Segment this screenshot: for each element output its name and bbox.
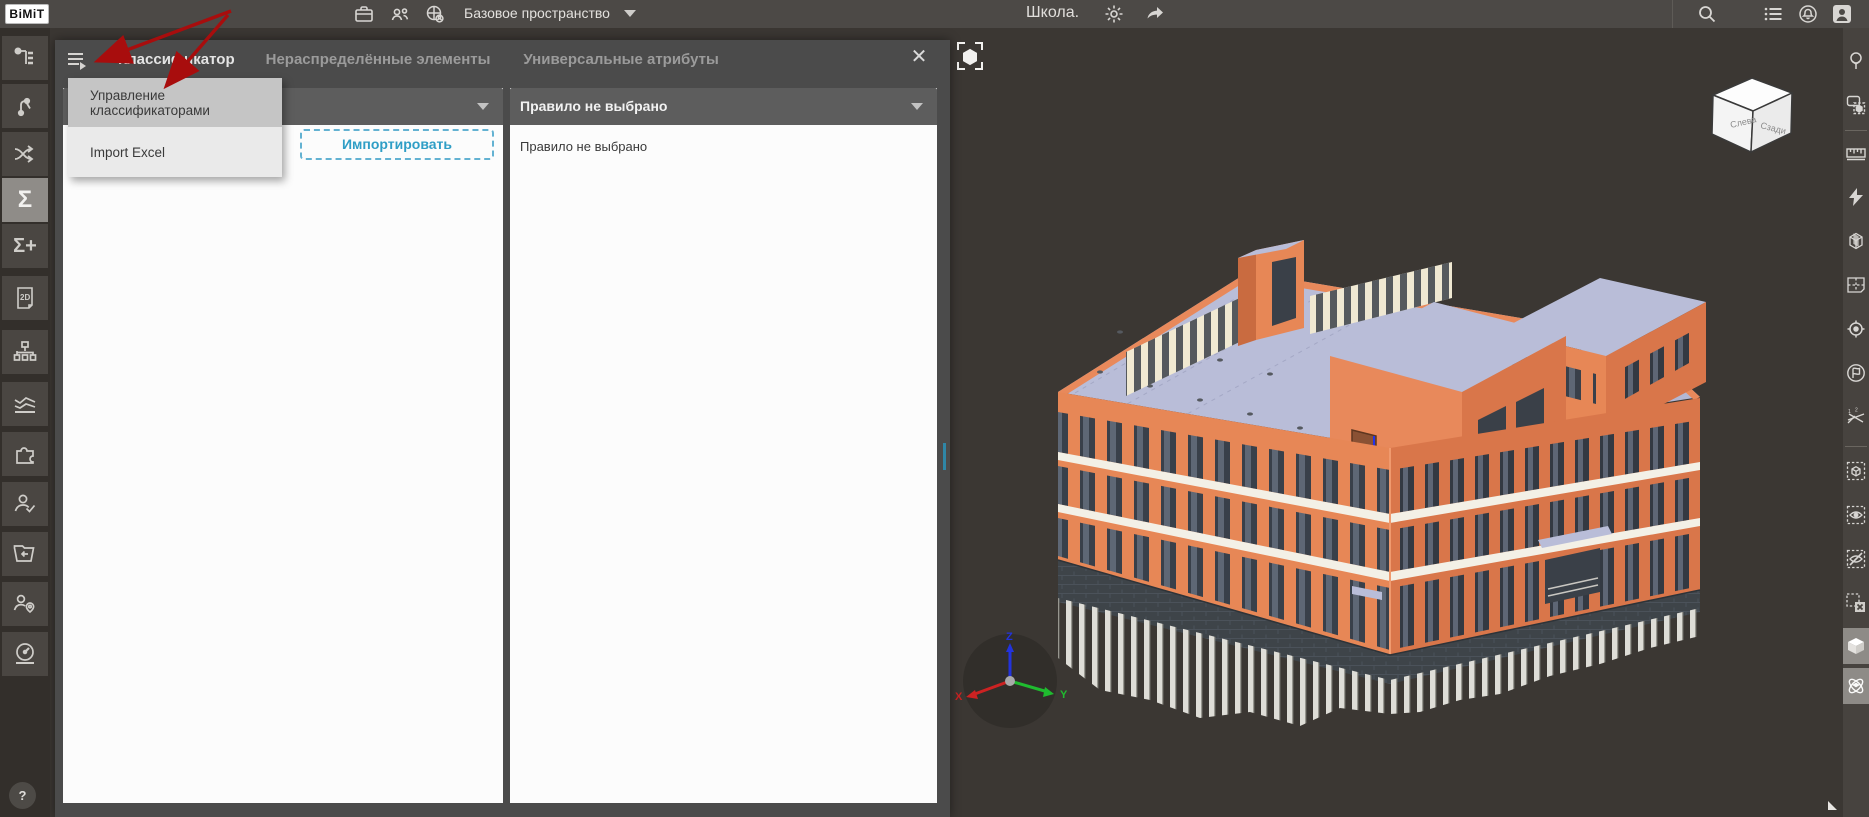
panel-dropdown-menu: Управление классификаторами Import Excel bbox=[68, 78, 282, 177]
svg-text:2D: 2D bbox=[20, 293, 30, 302]
flash-icon[interactable] bbox=[1846, 182, 1866, 212]
menu-item-manage-classifiers[interactable]: Управление классификаторами bbox=[68, 78, 282, 127]
gizmo-x-label: X bbox=[955, 691, 963, 703]
gear-icon[interactable] bbox=[1104, 4, 1124, 24]
briefcase-icon[interactable] bbox=[354, 4, 374, 24]
classifier-column: Импортировать bbox=[63, 88, 503, 803]
menu-item-import-excel[interactable]: Import Excel bbox=[68, 127, 282, 177]
svg-text:2: 2 bbox=[1855, 408, 1858, 414]
select-region-toolbar-icon[interactable] bbox=[1846, 90, 1866, 120]
top-bar: BiMiT Базовое пространство Школа. bbox=[0, 0, 1869, 28]
app-logo: BiMiT bbox=[5, 4, 49, 24]
flag-icon[interactable] bbox=[1846, 358, 1866, 388]
target-icon[interactable] bbox=[1846, 314, 1866, 344]
tab-universal-attributes[interactable]: Универсальные атрибуты bbox=[523, 51, 718, 68]
sitemap-icon bbox=[13, 341, 37, 361]
resize-handle[interactable] bbox=[1828, 801, 1837, 810]
import-button[interactable]: Импортировать bbox=[300, 129, 494, 160]
show-eye-icon[interactable] bbox=[1846, 500, 1866, 530]
list-icon[interactable] bbox=[1763, 4, 1783, 24]
sidebar-item-sigma[interactable]: Σ bbox=[2, 178, 48, 222]
toolbar-divider bbox=[1845, 130, 1867, 131]
team-icon[interactable] bbox=[390, 4, 410, 24]
rule-body-text: Правило не выбрано bbox=[520, 139, 648, 154]
clear-selection-icon[interactable] bbox=[1846, 588, 1866, 618]
account-icon[interactable] bbox=[1832, 4, 1852, 24]
gauge-icon bbox=[16, 643, 34, 664]
hide-eye-icon[interactable] bbox=[1846, 544, 1866, 574]
sidebar-item-puzzle[interactable] bbox=[2, 432, 48, 476]
sidebar-item-user-check[interactable] bbox=[2, 482, 48, 526]
sidebar-item-user-location[interactable] bbox=[2, 582, 48, 626]
panel-menu-button[interactable] bbox=[68, 51, 90, 70]
tree-icon[interactable] bbox=[1846, 46, 1866, 76]
sidebar-item-shuffle[interactable] bbox=[2, 132, 48, 176]
topbar-divider bbox=[1672, 0, 1673, 28]
chevron-down-icon bbox=[477, 103, 489, 110]
folder-share-icon bbox=[13, 545, 35, 562]
sigma-plus-icon: Σ+ bbox=[13, 235, 37, 257]
globe-user-icon[interactable] bbox=[425, 4, 445, 24]
scrollbar-accent[interactable] bbox=[943, 443, 946, 470]
sidebar-item-branch[interactable] bbox=[2, 84, 48, 128]
floorplan-icon[interactable] bbox=[1846, 270, 1866, 300]
right-toolbar: 1 2 bbox=[1843, 28, 1869, 817]
close-icon[interactable]: ✕ bbox=[910, 47, 928, 67]
sidebar-item-folder-share[interactable] bbox=[2, 532, 48, 576]
share-icon[interactable] bbox=[1145, 4, 1165, 24]
sidebar-item-gauge[interactable] bbox=[2, 632, 48, 676]
building-model bbox=[1057, 240, 1706, 726]
project-title: Школа. bbox=[1026, 4, 1080, 21]
axis-measure-icon[interactable]: 1 2 bbox=[1846, 402, 1866, 432]
chevron-down-icon bbox=[911, 103, 923, 110]
help-button[interactable]: ? bbox=[9, 782, 36, 809]
isolate-cube-icon[interactable] bbox=[1846, 456, 1866, 486]
sidebar-item-sitemap[interactable] bbox=[2, 330, 48, 374]
tab-classifier[interactable]: Классификатор bbox=[118, 51, 235, 68]
sidebar-item-structure-tree[interactable] bbox=[2, 36, 48, 80]
structure-tree-icon bbox=[14, 47, 33, 65]
user-check-icon bbox=[14, 494, 36, 513]
rule-column: Правило не выбрано Правило не выбрано bbox=[510, 88, 937, 803]
panel-tabbar: Классификатор Нераспределённые элементы … bbox=[55, 40, 950, 78]
section-cube-icon[interactable] bbox=[1846, 226, 1866, 256]
user-location-icon bbox=[13, 594, 35, 614]
shuffle-icon bbox=[14, 145, 34, 163]
trend-lines-icon bbox=[14, 397, 36, 413]
branch-icon bbox=[17, 97, 31, 117]
search-icon[interactable] bbox=[1697, 4, 1717, 24]
orbit-icon[interactable] bbox=[1843, 668, 1869, 704]
gizmo-z-label: Z bbox=[1006, 631, 1013, 643]
shaded-cube-icon[interactable] bbox=[1843, 628, 1869, 664]
select-region-icon[interactable] bbox=[957, 42, 983, 70]
nav-cube[interactable]: Слева Сзади bbox=[1711, 77, 1794, 154]
axis-gizmo[interactable]: Z X Y bbox=[955, 631, 1068, 728]
rule-dropdown-label: Правило не выбрано bbox=[520, 98, 668, 114]
sheet-2d-icon: 2D bbox=[17, 287, 33, 309]
classifier-panel: Классификатор Нераспределённые элементы … bbox=[55, 40, 950, 817]
sidebar-item-sigma-plus[interactable]: Σ+ bbox=[2, 224, 48, 268]
workspace-selector[interactable]: Базовое пространство bbox=[464, 5, 610, 21]
notifications-icon[interactable] bbox=[1798, 4, 1818, 24]
svg-text:1: 1 bbox=[1848, 409, 1851, 415]
tab-unassigned-elements[interactable]: Нераспределённые элементы bbox=[266, 51, 491, 68]
gizmo-y-label: Y bbox=[1060, 689, 1068, 701]
ruler-icon[interactable] bbox=[1846, 138, 1866, 168]
rule-dropdown[interactable]: Правило не выбрано bbox=[510, 88, 937, 125]
toolbar-divider bbox=[1845, 446, 1867, 447]
chevron-down-icon[interactable] bbox=[624, 10, 636, 17]
puzzle-icon bbox=[16, 447, 34, 464]
sidebar-item-trend-lines[interactable] bbox=[2, 382, 48, 426]
left-toolbar: Σ Σ+ 2D ? bbox=[0, 28, 50, 817]
sigma-icon: Σ bbox=[17, 186, 33, 213]
sidebar-item-2d-sheet[interactable]: 2D bbox=[2, 276, 48, 320]
